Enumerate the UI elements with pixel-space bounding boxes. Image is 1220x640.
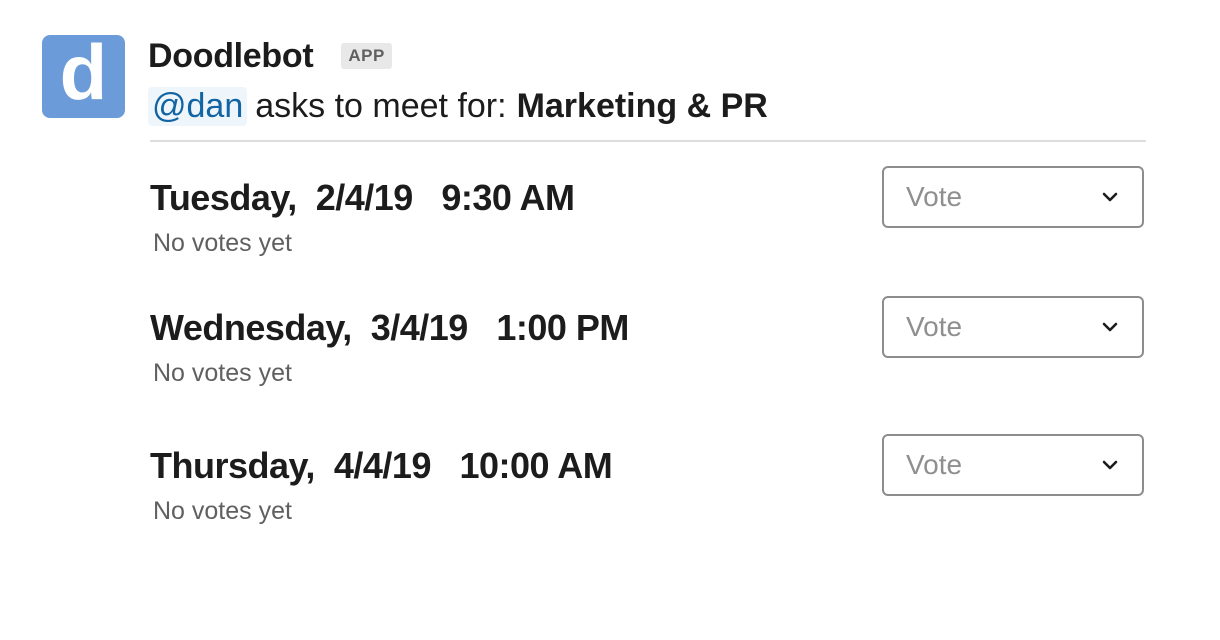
message-body: asks to meet for: bbox=[255, 86, 507, 125]
option-datetime: Tuesday, 2/4/19 9:30 AM bbox=[150, 177, 575, 218]
meeting-option: Thursday, 4/4/19 10:00 AM No votes yet V… bbox=[150, 434, 1146, 544]
vote-placeholder: Vote bbox=[906, 449, 963, 480]
chevron-down-icon bbox=[1100, 190, 1120, 204]
divider bbox=[150, 140, 1146, 142]
avatar-letter: d bbox=[59, 27, 108, 116]
chevron-down-icon bbox=[1100, 320, 1120, 334]
message-header: Doodlebot APP bbox=[148, 34, 392, 78]
option-datetime: Thursday, 4/4/19 10:00 AM bbox=[150, 445, 613, 486]
vote-dropdown[interactable]: Vote bbox=[882, 296, 1144, 358]
meeting-option: Wednesday, 3/4/19 1:00 PM No votes yet V… bbox=[150, 296, 1146, 406]
meeting-option: Tuesday, 2/4/19 9:30 AM No votes yet Vot… bbox=[150, 166, 1146, 276]
vote-placeholder: Vote bbox=[906, 181, 963, 212]
vote-placeholder: Vote bbox=[906, 311, 963, 342]
vote-dropdown[interactable]: Vote bbox=[882, 434, 1144, 496]
vote-status: No votes yet bbox=[153, 359, 292, 387]
message-text: @dan asks to meet for: Marketing & PR bbox=[148, 84, 768, 128]
user-mention[interactable]: @dan bbox=[148, 86, 248, 126]
vote-dropdown[interactable]: Vote bbox=[882, 166, 1144, 228]
chevron-down-icon bbox=[1100, 458, 1120, 472]
option-datetime: Wednesday, 3/4/19 1:00 PM bbox=[150, 307, 629, 348]
vote-status: No votes yet bbox=[153, 229, 292, 257]
meeting-title: Marketing & PR bbox=[516, 86, 768, 125]
vote-status: No votes yet bbox=[153, 497, 292, 525]
app-badge: APP bbox=[341, 43, 392, 69]
sender-name[interactable]: Doodlebot bbox=[148, 37, 314, 76]
bot-avatar[interactable]: d bbox=[42, 27, 125, 118]
